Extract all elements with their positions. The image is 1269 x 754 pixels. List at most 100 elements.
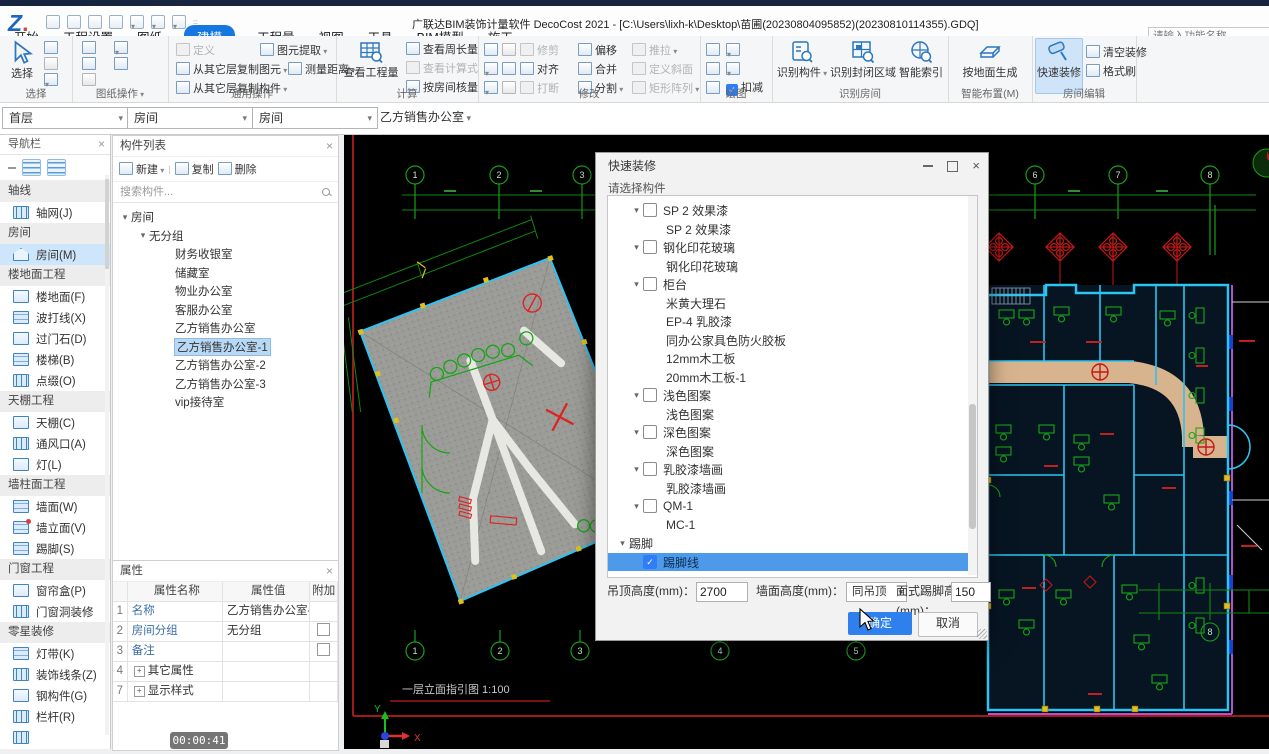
chevron-down-icon[interactable]: ▾ — [630, 390, 643, 401]
expand-icon[interactable]: + — [134, 666, 145, 677]
card-view-icon[interactable] — [47, 159, 66, 176]
chevron-down-icon[interactable]: ▾ — [616, 538, 629, 549]
close-icon[interactable]: × — [972, 153, 980, 179]
sidebar-item-steel[interactable]: 钢构件(G) — [0, 685, 110, 706]
expand-icon[interactable]: + — [134, 686, 145, 697]
chevron-down-icon[interactable]: ▾ — [630, 501, 643, 512]
delete-component-button[interactable]: 删除 — [218, 161, 257, 177]
measure-sheet-icon[interactable] — [82, 57, 96, 70]
sidebar-item-accent[interactable]: 点缀(O) — [0, 370, 110, 391]
tree-group[interactable]: ▾深色图案 — [608, 423, 978, 441]
tree-node-room[interactable]: ▾房间 — [113, 208, 338, 227]
list-view-icon[interactable] — [22, 159, 41, 176]
sidebar-item-light-strip[interactable]: 灯带(K) — [0, 643, 110, 664]
checkbox[interactable] — [643, 240, 657, 254]
maximize-icon[interactable] — [947, 161, 958, 172]
tree-leaf[interactable]: SP 2 效果漆 — [608, 220, 978, 238]
tree-leaf[interactable]: 米黄大理石 — [608, 294, 978, 312]
collapse-icon[interactable] — [8, 167, 16, 169]
line-icon[interactable] — [706, 62, 720, 75]
chevron-down-icon[interactable]: ▾ — [630, 279, 643, 290]
dialog-scrollbar[interactable] — [968, 196, 977, 575]
merge-button[interactable]: 合并 — [578, 61, 632, 77]
skirting-height-input[interactable] — [951, 582, 991, 602]
mirror-icon[interactable] — [502, 62, 516, 75]
copy-elements-from-layer-button[interactable]: 从其它层复制图元 — [176, 61, 287, 77]
sidebar-item-vent[interactable]: 通风口(A) — [0, 433, 110, 454]
delete-icon[interactable] — [484, 43, 498, 56]
tree-group[interactable]: ▾柜台 — [608, 275, 978, 293]
sidebar-item-wall-face[interactable]: 墙面(W) — [0, 496, 110, 517]
clear-decoration-button[interactable]: 清空装修 — [1086, 44, 1147, 60]
filter-icon[interactable] — [44, 73, 58, 86]
tree-leaf[interactable]: 乳胶漆墙画 — [608, 479, 978, 497]
line-style-icon[interactable] — [82, 73, 96, 86]
grid-manage-icon[interactable] — [114, 41, 128, 54]
cancel-button[interactable]: 取消 — [918, 612, 978, 637]
extract-elements-button[interactable]: 图元提取 — [260, 42, 327, 58]
tree-group-skirting[interactable]: ▾踢脚 — [608, 534, 972, 552]
sidebar-item-stairs[interactable]: 楼梯(B) — [0, 349, 110, 370]
align-button[interactable]: 对齐 — [520, 61, 578, 77]
tree-group[interactable]: ▾乳胶漆墙画 — [608, 460, 978, 478]
sidebar-item-railing[interactable]: 栏杆(R) — [0, 706, 110, 727]
chevron-down-icon[interactable]: ▾ — [137, 230, 149, 241]
recognize-component-button[interactable]: 识别构件 — [774, 39, 830, 80]
sidebar-item-partial[interactable] — [0, 727, 110, 748]
tree-leaf[interactable]: 乙方销售办公室-3 — [113, 375, 338, 394]
checkbox[interactable] — [643, 499, 657, 513]
copy-component-button[interactable]: 复制 — [175, 161, 214, 177]
sidebar-item-opening-deco[interactable]: 门窗洞装修 — [0, 601, 110, 622]
checkbox[interactable] — [643, 277, 657, 291]
batch-select-icon[interactable] — [44, 57, 58, 70]
smart-index-button[interactable]: 智能索引 — [896, 39, 946, 79]
tree-leaf[interactable]: MC-1 — [608, 516, 978, 534]
property-row-remark[interactable]: 3 备注 — [113, 642, 338, 662]
floor-select[interactable]: 首层 — [2, 107, 129, 129]
tree-node-ungrouped[interactable]: ▾无分组 — [113, 227, 338, 246]
tree-leaf-selected[interactable]: 乙方销售办公室-1 — [113, 338, 338, 357]
property-row-group[interactable]: 2 房间分组 无分组 — [113, 622, 338, 642]
view-formula-button[interactable]: 查看计算式 — [406, 60, 478, 76]
chevron-down-icon[interactable]: ▾ — [630, 427, 643, 438]
tree-group[interactable]: ▾钢化印花玻璃 — [608, 238, 978, 256]
property-row-name[interactable]: 1 名称 乙方销售办公室-1 — [113, 602, 338, 622]
tree-leaf[interactable]: 同办公家具色防火胶板 — [608, 331, 978, 349]
sheet-doc-icon[interactable] — [114, 57, 128, 70]
tree-group[interactable]: ▾SP 2 效果漆 — [608, 201, 978, 219]
tree-leaf[interactable]: 20mm木工板-1 — [608, 368, 978, 386]
navbar-scrollbar[interactable] — [105, 175, 109, 735]
tree-leaf[interactable]: 钢化印花玻璃 — [608, 257, 978, 275]
tree-group[interactable]: ▾QM-1 — [608, 497, 978, 515]
resize-grip[interactable] — [977, 629, 987, 639]
sidebar-item-border-line[interactable]: 波打线(X) — [0, 307, 110, 328]
chevron-down-icon[interactable]: ▾ — [630, 242, 643, 253]
tree-leaf[interactable]: 乙方销售办公室-2 — [113, 356, 338, 375]
close-icon[interactable]: × — [98, 135, 105, 154]
sidebar-item-axis-grid[interactable]: 轴网(J) — [0, 202, 110, 223]
component-search-input[interactable]: 搜索构件... — [113, 182, 338, 203]
sidebar-item-moulding[interactable]: 装饰线条(Z) — [0, 664, 110, 685]
tree-leaf[interactable]: 12mm木工板 — [608, 349, 978, 367]
sidebar-item-threshold[interactable]: 过门石(D) — [0, 328, 110, 349]
view-quantity-button[interactable]: 查看工程量 — [340, 39, 402, 79]
trim-button[interactable]: 修剪 — [520, 42, 578, 58]
define-button[interactable]: 定义 — [176, 42, 215, 58]
arc-icon[interactable] — [726, 62, 740, 75]
tree-leaf[interactable]: 客服办公室 — [113, 301, 338, 320]
checkbox[interactable] — [643, 462, 657, 476]
offset-button[interactable]: 偏移 — [578, 42, 632, 58]
sidebar-item-skirting[interactable]: 踢脚(S) — [0, 538, 110, 559]
sidebar-item-room[interactable]: 房间(M) — [0, 244, 110, 265]
tree-leaf[interactable]: 储藏室 — [113, 264, 338, 283]
view-perimeter-button[interactable]: 查看周长量 — [406, 41, 478, 57]
close-icon[interactable]: × — [326, 136, 333, 156]
generate-by-floor-button[interactable]: 按地面生成 — [958, 39, 1022, 79]
trash-icon[interactable] — [82, 41, 96, 54]
select-button[interactable]: 选择 — [5, 40, 39, 80]
minimize-icon[interactable] — [923, 165, 933, 167]
sidebar-item-floor[interactable]: 楼地面(F) — [0, 286, 110, 307]
tree-leaf[interactable]: EP-4 乳胶漆 — [608, 312, 978, 330]
sidebar-item-wall-elevation[interactable]: 墙立面(V) — [0, 517, 110, 538]
tree-leaf[interactable]: vip接待室 — [113, 393, 338, 412]
